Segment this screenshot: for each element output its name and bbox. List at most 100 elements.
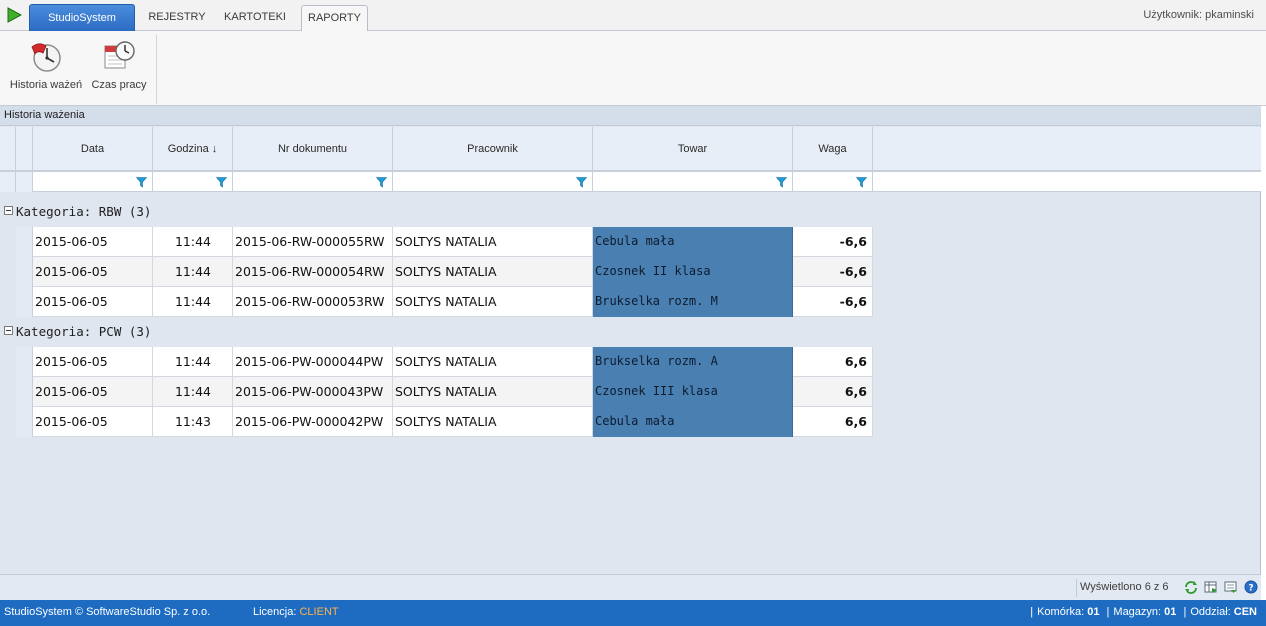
cell-godzina: 11:44 <box>153 347 233 377</box>
komorka-value: 01 <box>1087 606 1100 618</box>
separator: | <box>1106 606 1110 618</box>
filter-cell-towar[interactable] <box>593 172 793 192</box>
magazyn-label: Magazyn: <box>1113 606 1162 618</box>
cell-pracownik: SOLTYS NATALIA <box>393 347 593 377</box>
filter-row <box>0 171 1261 192</box>
tab-rejestry[interactable]: REJESTRY <box>146 5 208 31</box>
column-label-godzina: Godzina ↓ <box>167 143 218 155</box>
cell-pracownik: SOLTYS NATALIA <box>393 407 593 437</box>
top-tab-bar: StudioSystem REJESTRY KARTOTEKI RAPORTY … <box>0 0 1266 32</box>
cell-data: 2015-06-05 <box>33 347 153 377</box>
tab-raporty[interactable]: RAPORTY <box>301 5 368 32</box>
separator: | <box>1030 606 1034 618</box>
filter-icon[interactable] <box>376 177 387 188</box>
czas-pracy-label: Czas pracy <box>91 79 147 91</box>
cell-nr-dokumentu: 2015-06-RW-000055RW <box>233 227 393 257</box>
filter-cell-pracownik[interactable] <box>393 172 593 192</box>
filter-icon[interactable] <box>216 177 227 188</box>
cell-nr-dokumentu: 2015-06-PW-000044PW <box>233 347 393 377</box>
cell-nr-dokumentu: 2015-06-PW-000042PW <box>233 407 393 437</box>
oddzial-label: Oddział: <box>1190 606 1231 618</box>
refresh-icon[interactable] <box>1184 580 1198 594</box>
collapse-icon[interactable] <box>4 206 13 215</box>
column-header-nr-dokumentu[interactable]: Nr dokumentu <box>233 127 393 171</box>
export-excel-icon[interactable] <box>1204 580 1218 594</box>
column-header-towar[interactable]: Towar <box>593 127 793 171</box>
cell-nr-dokumentu: 2015-06-RW-000053RW <box>233 287 393 317</box>
row-selector[interactable] <box>16 347 33 377</box>
cell-data: 2015-06-05 <box>33 257 153 287</box>
table-row[interactable]: 2015-06-05 11:44 2015-06-PW-000044PW SOL… <box>16 347 873 377</box>
filter-spacer <box>0 172 16 192</box>
column-header-data[interactable]: Data <box>33 127 153 171</box>
table-row[interactable]: 2015-06-05 11:44 2015-06-RW-000053RW SOL… <box>16 287 873 317</box>
filter-icon[interactable] <box>136 177 147 188</box>
table-row[interactable]: 2015-06-05 11:44 2015-06-PW-000043PW SOL… <box>16 377 873 407</box>
export-icon[interactable] <box>1224 580 1238 594</box>
licencja-value: CLIENT <box>299 606 339 618</box>
app-footer: StudioSystem © SoftwareStudio Sp. z o.o.… <box>0 600 1266 626</box>
cell-waga: 6,6 <box>793 347 873 377</box>
cell-data: 2015-06-05 <box>33 407 153 437</box>
records-shown-label: Wyświetlono 6 z 6 <box>1076 579 1172 597</box>
cell-data: 2015-06-05 <box>33 227 153 257</box>
cell-towar: Cebula mała <box>593 407 793 437</box>
filter-cell-waga[interactable] <box>793 172 873 192</box>
cell-data: 2015-06-05 <box>33 287 153 317</box>
table-row[interactable]: 2015-06-05 11:43 2015-06-PW-000042PW SOL… <box>16 407 873 437</box>
filter-cell-nr-dokumentu[interactable] <box>233 172 393 192</box>
row-selector[interactable] <box>16 227 33 257</box>
table-row[interactable]: 2015-06-05 11:44 2015-06-RW-000054RW SOL… <box>16 257 873 287</box>
column-header-pracownik[interactable]: Pracownik <box>393 127 593 171</box>
row-selector[interactable] <box>16 407 33 437</box>
cell-nr-dokumentu: 2015-06-PW-000043PW <box>233 377 393 407</box>
cell-towar: Cebula mała <box>593 227 793 257</box>
column-label-pracownik: Pracownik <box>467 143 518 155</box>
cell-godzina: 11:44 <box>153 227 233 257</box>
group-header[interactable]: Kategoria: RBW (3) <box>4 204 151 222</box>
report-panel: Historia ważenia Data Godzina ↓ Nr dokum… <box>0 106 1261 600</box>
filter-icon[interactable] <box>576 177 587 188</box>
help-icon[interactable]: ? <box>1244 580 1258 594</box>
column-label-nr-dokumentu: Nr dokumentu <box>277 143 348 155</box>
historia-wazen-label: Historia ważeń <box>9 79 83 91</box>
group-label: Kategoria: PCW (3) <box>16 324 152 339</box>
ribbon: Historia ważeń Czas pracy <box>0 31 1266 106</box>
row-selector[interactable] <box>16 377 33 407</box>
cell-towar: Brukselka rozm. M <box>593 287 793 317</box>
filter-cell-godzina[interactable] <box>153 172 233 192</box>
czas-pracy-button[interactable]: Czas pracy <box>90 39 148 91</box>
column-header-waga[interactable]: Waga <box>793 127 873 171</box>
row-selector[interactable] <box>16 257 33 287</box>
footer-status: | Komórka: 01 | Magazyn: 01 | Oddział: CEN <box>1026 600 1257 624</box>
play-icon[interactable] <box>6 7 22 23</box>
cell-towar: Brukselka rozm. A <box>593 347 793 377</box>
cell-waga: -6,6 <box>793 257 873 287</box>
collapse-icon[interactable] <box>4 326 13 335</box>
cell-waga: 6,6 <box>793 407 873 437</box>
table-row[interactable]: 2015-06-05 11:44 2015-06-RW-000055RW SOL… <box>16 227 873 257</box>
cell-towar: Czosnek II klasa <box>593 257 793 287</box>
filter-icon[interactable] <box>776 177 787 188</box>
row-selector[interactable] <box>16 287 33 317</box>
scale-clock-icon <box>31 43 61 72</box>
header-row-selector <box>16 127 33 171</box>
cell-data: 2015-06-05 <box>33 377 153 407</box>
column-label-data: Data <box>80 143 105 155</box>
column-label-towar: Towar <box>677 143 708 155</box>
licencja: Licencja: CLIENT <box>253 600 339 624</box>
cell-godzina: 11:44 <box>153 287 233 317</box>
group-label: Kategoria: RBW (3) <box>16 204 152 219</box>
cell-pracownik: SOLTYS NATALIA <box>393 287 593 317</box>
group-header[interactable]: Kategoria: PCW (3) <box>4 324 151 342</box>
filter-cell-data[interactable] <box>33 172 153 192</box>
historia-wazen-button[interactable]: Historia ważeń <box>6 39 86 91</box>
cell-towar: Czosnek III klasa <box>593 377 793 407</box>
cell-pracownik: SOLTYS NATALIA <box>393 257 593 287</box>
tab-kartoteki[interactable]: KARTOTEKI <box>220 5 290 31</box>
tab-studiosystem[interactable]: StudioSystem <box>29 4 135 31</box>
panel-title: Historia ważenia <box>0 106 1261 126</box>
filter-icon[interactable] <box>856 177 867 188</box>
column-header-godzina[interactable]: Godzina ↓ <box>153 127 233 171</box>
grid-header: Data Godzina ↓ Nr dokumentu Pracownik To… <box>0 127 1261 192</box>
